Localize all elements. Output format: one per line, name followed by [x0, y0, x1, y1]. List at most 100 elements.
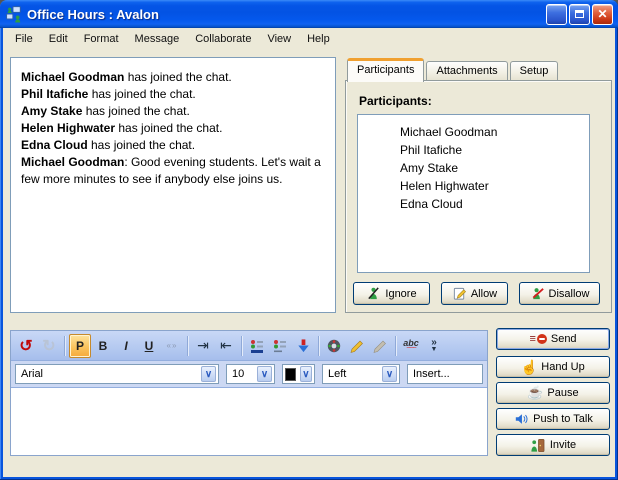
- tab-attachments[interactable]: Attachments: [426, 61, 507, 81]
- hand-icon: ☝: [521, 360, 537, 375]
- chat-sender: Michael Goodman: [21, 155, 124, 169]
- participant-item[interactable]: Helen Highwater: [400, 177, 585, 195]
- paragraph-button[interactable]: P: [69, 334, 91, 358]
- message-input[interactable]: [11, 388, 487, 455]
- chat-message: Edna Cloud has joined the chat.: [21, 137, 325, 154]
- chat-transcript[interactable]: Michael Goodman has joined the chat. Phi…: [10, 57, 336, 313]
- participant-item[interactable]: Phil Itafiche: [400, 141, 585, 159]
- allow-button[interactable]: Allow: [441, 282, 508, 305]
- toolbar-separator: [187, 336, 188, 356]
- send-icon: ≡: [529, 333, 546, 345]
- chat-text: has joined the chat.: [88, 138, 195, 152]
- highlighter-glyph: [349, 338, 365, 354]
- chat-text: has joined the chat.: [88, 87, 195, 101]
- toolbar-separator: [395, 336, 396, 356]
- chat-text: has joined the chat.: [82, 104, 189, 118]
- chat-text: has joined the chat.: [115, 121, 222, 135]
- chat-sender: Michael Goodman: [21, 70, 124, 84]
- chevron-down-icon[interactable]: ∨: [201, 366, 216, 382]
- menu-item[interactable]: View: [259, 30, 299, 48]
- scroll-to-bottom-icon[interactable]: [292, 334, 314, 358]
- participants-panel: Participants: Michael GoodmanPhil Itafic…: [345, 80, 612, 313]
- person-ignore-icon: [366, 286, 381, 301]
- font-color-select[interactable]: ∨: [282, 364, 315, 384]
- menu-item[interactable]: Message: [127, 30, 188, 48]
- chat-message: Phil Itafiche has joined the chat.: [21, 86, 325, 103]
- app-window: Office Hours : Avalon _ ✕ FileEditFormat…: [0, 0, 618, 480]
- italic-button[interactable]: I: [115, 334, 137, 358]
- font-color-swatch: [285, 368, 296, 381]
- pause-button[interactable]: ☕ Pause: [496, 382, 610, 404]
- chevron-down-icon[interactable]: ∨: [382, 366, 397, 382]
- participant-item[interactable]: Amy Stake: [400, 159, 585, 177]
- toolbar-overflow-icon[interactable]: » ▼: [423, 334, 445, 358]
- tab-setup[interactable]: Setup: [510, 61, 559, 81]
- underline-button[interactable]: U: [138, 334, 160, 358]
- document-pencil-icon: [452, 286, 467, 301]
- chat-sender: Phil Itafiche: [21, 87, 88, 101]
- send-button[interactable]: ≡ Send: [496, 328, 610, 350]
- highlighter-icon[interactable]: [346, 334, 368, 358]
- maximize-button[interactable]: [569, 4, 590, 25]
- formatting-toolbar: ↺ ↻ P B I U «» ⇥ ⇤: [11, 331, 487, 361]
- chat-message: Amy Stake has joined the chat.: [21, 103, 325, 120]
- scroll-lock-icon[interactable]: [246, 334, 268, 358]
- tab-participants[interactable]: Participants: [347, 58, 424, 82]
- push-to-talk-button[interactable]: Push to Talk: [496, 408, 610, 430]
- title-bar[interactable]: Office Hours : Avalon _ ✕: [0, 0, 618, 28]
- font-family-select[interactable]: Arial ∨: [15, 364, 219, 384]
- participant-item[interactable]: Edna Cloud: [400, 195, 585, 213]
- insert-select[interactable]: Insert...: [407, 364, 483, 384]
- toolbar-separator: [318, 336, 319, 356]
- color-wheel-icon[interactable]: [323, 334, 345, 358]
- chat-sender: Amy Stake: [21, 104, 82, 118]
- ignore-button[interactable]: Ignore: [353, 282, 430, 305]
- message-list-icon[interactable]: [269, 334, 291, 358]
- font-size-select[interactable]: 10 ∨: [226, 364, 275, 384]
- compose-area: ↺ ↻ P B I U «» ⇥ ⇤: [10, 330, 488, 456]
- toolbar-separator: [64, 336, 65, 356]
- message-list-glyph: [272, 338, 288, 354]
- moderation-buttons: Ignore Allow: [353, 282, 601, 305]
- menu-item[interactable]: File: [7, 30, 41, 48]
- special-characters-icon[interactable]: «»: [161, 334, 183, 358]
- menu-item[interactable]: Format: [76, 30, 127, 48]
- chat-sender: Edna Cloud: [21, 138, 88, 152]
- invite-door-icon: [530, 438, 546, 453]
- chevron-down-icon[interactable]: ∨: [257, 366, 272, 382]
- side-panel: Participants Attachments Setup Participa…: [345, 58, 613, 313]
- chat-message: Michael Goodman: Good evening students. …: [21, 154, 325, 188]
- undo-icon[interactable]: ↺: [15, 334, 37, 358]
- chevron-down-icon[interactable]: ∨: [300, 366, 312, 382]
- alignment-select[interactable]: Left ∨: [322, 364, 400, 384]
- close-button[interactable]: ✕: [592, 4, 613, 25]
- window-title: Office Hours : Avalon: [27, 7, 546, 22]
- decrease-indent-icon[interactable]: ⇤: [215, 334, 237, 358]
- menu-item[interactable]: Help: [299, 30, 338, 48]
- client-area: FileEditFormatMessageCollaborateViewHelp…: [3, 28, 615, 477]
- person-disallow-icon: [530, 286, 545, 301]
- participants-label: Participants:: [359, 94, 432, 108]
- redo-icon[interactable]: ↻: [38, 334, 60, 358]
- app-icon: [6, 6, 23, 23]
- coffee-cup-icon: ☕: [527, 386, 543, 401]
- invite-button[interactable]: Invite: [496, 434, 610, 456]
- menu-bar: FileEditFormatMessageCollaborateViewHelp: [3, 28, 615, 49]
- minimize-button[interactable]: _: [546, 4, 567, 25]
- person-disallow-button[interactable]: Disallow: [519, 282, 600, 305]
- spellcheck-icon[interactable]: abc ~~~: [400, 334, 422, 358]
- participant-item[interactable]: Michael Goodman: [400, 123, 585, 141]
- tab-strip: Participants Attachments Setup: [345, 58, 613, 81]
- menu-item[interactable]: Collaborate: [187, 30, 259, 48]
- increase-indent-icon[interactable]: ⇥: [192, 334, 214, 358]
- participants-list[interactable]: Michael GoodmanPhil ItaficheAmy StakeHel…: [357, 114, 590, 273]
- down-arrow-glyph: [296, 338, 311, 354]
- menu-item[interactable]: Edit: [41, 30, 76, 48]
- highlighter-disabled-glyph: [372, 338, 388, 354]
- highlighter-disabled-icon[interactable]: [369, 334, 391, 358]
- color-wheel-glyph: [326, 338, 342, 354]
- bold-button[interactable]: B: [92, 334, 114, 358]
- hand-up-button[interactable]: ☝ Hand Up: [496, 356, 610, 378]
- chat-sender: Helen Highwater: [21, 121, 115, 135]
- scroll-lock-glyph: [249, 338, 265, 354]
